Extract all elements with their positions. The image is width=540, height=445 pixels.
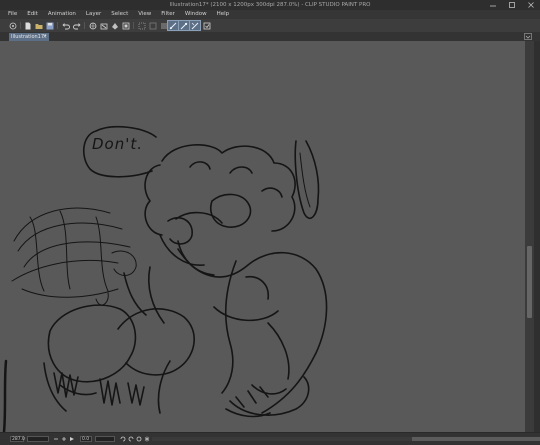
panel-edge: [534, 41, 540, 432]
tab-close-button[interactable]: ×: [43, 33, 47, 41]
play-icon[interactable]: [69, 436, 75, 442]
undo-button[interactable]: [61, 21, 71, 30]
menu-filter[interactable]: Filter: [156, 10, 180, 19]
invert-selection-icon: [161, 22, 167, 29]
right-character-body: [177, 248, 328, 418]
window-controls: [488, 0, 536, 10]
menu-help[interactable]: Help: [212, 10, 235, 19]
horn-shape-inner: [299, 152, 311, 208]
menu-select[interactable]: Select: [106, 10, 133, 19]
canvas-area[interactable]: Don't.: [0, 41, 525, 432]
clear-icon: [100, 23, 108, 29]
save-button[interactable]: [45, 21, 55, 30]
close-icon: [528, 2, 534, 8]
crop-icon: [122, 22, 130, 29]
settings-icon: [203, 22, 211, 29]
speech-text: Don't.: [92, 135, 144, 153]
vertical-scroll-thumb[interactable]: [527, 246, 532, 318]
zoom-field[interactable]: 287.0: [10, 436, 25, 442]
horizontal-scroll-thumb[interactable]: [412, 437, 540, 441]
fill-icon: [112, 22, 118, 29]
close-button[interactable]: [526, 0, 536, 10]
command-bar: [0, 19, 540, 33]
flip-icon[interactable]: [144, 436, 150, 442]
left-character-sketch: [11, 207, 137, 306]
title-bar: Illustration17* (2100 x 1200px 300dpi 28…: [0, 0, 540, 10]
rotate-right-icon[interactable]: [128, 436, 134, 442]
horn-shape: [294, 140, 320, 219]
open-folder-icon: [35, 23, 43, 29]
redo-icon: [73, 22, 81, 29]
new-file-button[interactable]: [23, 21, 33, 30]
deselect-button[interactable]: [148, 21, 158, 30]
menu-layer[interactable]: Layer: [81, 10, 106, 19]
menu-window[interactable]: Window: [180, 10, 212, 19]
undo-icon: [62, 22, 70, 29]
rotation-field[interactable]: 0.0: [80, 436, 92, 442]
menu-file[interactable]: File: [0, 10, 22, 19]
lower-left-forms: [43, 266, 195, 414]
menu-animation[interactable]: Animation: [43, 10, 81, 19]
minimize-icon: [490, 5, 496, 7]
toolbar-divider: [20, 22, 21, 29]
menu-bar: File Edit Animation Layer Select View Fi…: [0, 10, 540, 19]
snap-special-button[interactable]: [189, 20, 201, 31]
app-menu-button[interactable]: [8, 21, 18, 30]
menu-edit[interactable]: Edit: [22, 10, 43, 19]
zoom-out-icon[interactable]: [53, 436, 59, 442]
snap-ruler-button[interactable]: [167, 20, 179, 31]
settings-button[interactable]: [202, 21, 212, 30]
select-all-icon: [138, 22, 146, 29]
rotation-slider[interactable]: [95, 436, 115, 442]
deselect-icon: [149, 22, 157, 29]
reset-rotation-icon[interactable]: [136, 436, 142, 442]
open-button[interactable]: [34, 21, 44, 30]
save-icon: [46, 22, 54, 29]
clear-button[interactable]: [99, 21, 109, 30]
snap-ruler-icon: [169, 22, 177, 29]
center-character-sketch: [144, 144, 296, 276]
corner-stroke: [2, 359, 8, 432]
maximize-icon: [509, 2, 515, 8]
zoom-in-icon[interactable]: [61, 436, 67, 442]
tab-illustration17[interactable]: Illustration17* ×: [9, 33, 49, 41]
transform-button[interactable]: [88, 21, 98, 30]
redo-button[interactable]: [72, 21, 82, 30]
document-tab-bar: Illustration17* ×: [0, 32, 540, 41]
app-menu-icon: [9, 22, 17, 29]
tab-label: Illustration17*: [11, 34, 47, 40]
snap-special-icon: [191, 22, 199, 29]
status-bar: 287.0 0.0: [0, 432, 540, 445]
rotate-left-icon[interactable]: [120, 436, 126, 442]
transform-icon: [89, 22, 97, 29]
select-all-button[interactable]: [137, 21, 147, 30]
toolbar-divider: [57, 22, 58, 29]
window-title: Illustration17* (2100 x 1200px 300dpi 28…: [169, 2, 371, 8]
toolbar-divider: [84, 22, 85, 29]
snap-grid-button[interactable]: [178, 20, 190, 31]
minimize-button[interactable]: [488, 0, 498, 10]
fill-button[interactable]: [110, 21, 120, 30]
maximize-button[interactable]: [507, 0, 517, 10]
horizontal-scrollbar[interactable]: [152, 437, 540, 441]
menu-view[interactable]: View: [133, 10, 156, 19]
vertical-scrollbar[interactable]: [525, 41, 534, 432]
toolbar-divider: [133, 22, 134, 29]
snap-grid-icon: [180, 22, 188, 29]
crop-button[interactable]: [121, 21, 131, 30]
new-file-icon: [25, 22, 31, 29]
zoom-slider[interactable]: [27, 436, 49, 442]
sketch-drawing: [2, 125, 328, 432]
tab-menu-icon[interactable]: [524, 33, 532, 40]
